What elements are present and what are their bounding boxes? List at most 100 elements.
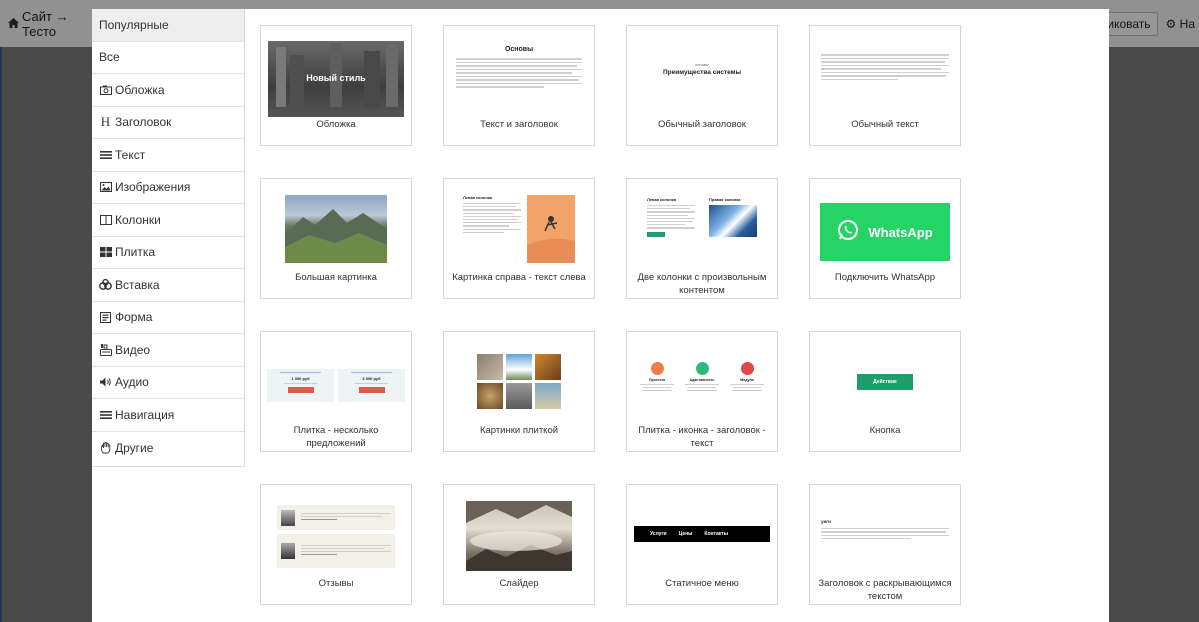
hand-icon: [99, 441, 112, 454]
block-card-plain-text[interactable]: Обычный текст: [809, 25, 961, 146]
block-card-cover[interactable]: Новый стиль Обложка: [260, 25, 412, 146]
block-thumb-title: Основы: [504, 46, 534, 53]
block-caption: Кнопка: [869, 425, 901, 436]
tile-image: [477, 383, 503, 409]
block-thumb-subtitle: основы: [695, 62, 709, 67]
speaker-icon: [99, 376, 112, 388]
block-thumbnail: [285, 195, 387, 263]
block-thumbnail: 1 000 руб 2 000 руб: [267, 369, 405, 402]
block-caption: Текст и заголовок: [480, 119, 558, 130]
block-card-big-image[interactable]: Большая картинка: [260, 178, 412, 299]
sidebar-item-navigation[interactable]: Навигация: [92, 399, 244, 432]
block-card-plain-heading[interactable]: основы Преимущества системы Обычный заго…: [626, 25, 778, 146]
sidebar-item-label: Изображения: [115, 180, 191, 195]
sidebar-item-label: Плитка: [115, 245, 156, 260]
sidebar-item-label: Форма: [115, 310, 153, 325]
block-thumbnail: Простота Адаптивность Модули: [640, 362, 764, 408]
block-thumbnail: WhatsApp: [820, 203, 950, 261]
tile-image: [477, 354, 503, 380]
block-card-collapsible-heading[interactable]: уиги Заголовок с раскрывающимся текстом: [809, 484, 961, 605]
sidebar-item-images[interactable]: Изображения: [92, 172, 244, 204]
sidebar-item-label: Все: [99, 50, 120, 65]
block-caption: Две колонки с произвольным контентом: [637, 272, 767, 296]
block-caption: Обложка: [316, 119, 356, 130]
block-card-image-right-text-left[interactable]: Левая колонка Картинка справа - текст сл…: [443, 178, 595, 299]
block-caption: Плитка - иконка - заголовок - текст: [638, 425, 766, 449]
feature-title: Адаптивность: [689, 378, 715, 382]
block-card-reviews[interactable]: Отзывы: [260, 484, 412, 605]
block-caption: Картинки плиткой: [479, 425, 559, 436]
sidebar-item-label: Текст: [115, 147, 146, 162]
sidebar-item-label: Вставка: [115, 277, 160, 292]
block-thumbnail: уиги: [821, 519, 949, 549]
sidebar-item-all[interactable]: Все: [92, 42, 244, 74]
block-thumb-title: Левая колонка: [463, 195, 492, 200]
sidebar-item-tiles[interactable]: Плитка: [92, 237, 244, 269]
block-thumb-title: Левая колонка: [647, 197, 676, 202]
image-icon: [99, 181, 112, 193]
block-thumbnail: [821, 54, 949, 104]
sidebar-item-heading[interactable]: H Заголовок: [92, 107, 244, 139]
block-thumbnail: [466, 501, 572, 571]
block-card-two-columns[interactable]: Левая колонка Правая колонка Две колонки…: [626, 178, 778, 299]
sidebar-item-other[interactable]: Другие: [92, 432, 244, 465]
sidebar-item-label: Колонки: [115, 212, 161, 227]
sidebar-item-video[interactable]: Видео: [92, 334, 244, 367]
sidebar-item-form[interactable]: Форма: [92, 302, 244, 334]
columns-icon: [99, 214, 112, 226]
block-thumb-image: [527, 195, 575, 263]
heading-icon: H: [100, 114, 111, 130]
sidebar-item-label: Популярные: [99, 17, 169, 32]
avatar: [281, 509, 295, 526]
block-card-offer-tiles[interactable]: 1 000 руб 2 000 руб Плитка - несколько п…: [260, 331, 412, 452]
block-thumbnail: Действие: [857, 374, 913, 390]
sidebar-item-label: Заголовок: [115, 115, 172, 130]
block-thumb-title: Правая колонка: [709, 197, 741, 202]
block-thumbnail: [477, 354, 561, 410]
block-card-image-tiles[interactable]: Картинки плиткой: [443, 331, 595, 452]
block-caption: Картинка справа - текст слева: [452, 272, 586, 283]
block-picker-modal: Популярные Все Обложка H Заголовок Текст…: [92, 9, 1109, 622]
camera-icon: [99, 84, 112, 96]
feature-title: Модули: [740, 378, 754, 382]
tile-image: [506, 383, 532, 409]
block-caption: Заголовок с раскрывающимся текстом: [818, 578, 952, 602]
sidebar-item-cover[interactable]: Обложка: [92, 74, 244, 107]
form-icon: [99, 311, 112, 323]
block-thumbnail: основы Преимущества системы: [639, 62, 765, 92]
block-thumbnail: Основы: [456, 46, 582, 116]
tile-image: [535, 354, 561, 380]
sidebar-item-label: Другие: [115, 440, 154, 455]
sidebar-item-columns[interactable]: Колонки: [92, 204, 244, 237]
block-thumbnail: Левая колонка: [463, 195, 575, 263]
sidebar-item-label: Видео: [115, 342, 151, 357]
block-card-button[interactable]: Действие Кнопка: [809, 331, 961, 452]
block-card-text-heading[interactable]: Основы Текст и заголовок: [443, 25, 595, 146]
tile-image: [535, 383, 561, 409]
sidebar-item-popular[interactable]: Популярные: [92, 9, 244, 42]
text-lines-icon: [99, 149, 112, 161]
block-thumb-title: уиги: [821, 519, 831, 524]
block-thumb-title: Новый стиль: [306, 73, 366, 83]
sidebar-item-label: Обложка: [115, 82, 165, 97]
sidebar-item-label: Аудио: [115, 375, 149, 390]
price-label: 1 000 руб: [291, 376, 310, 381]
category-sidebar: Популярные Все Обложка H Заголовок Текст…: [92, 9, 245, 467]
block-thumbnail: [277, 505, 395, 569]
block-caption: Слайдер: [499, 578, 539, 589]
sidebar-item-audio[interactable]: Аудио: [92, 367, 244, 399]
menu-item: Контакты: [704, 531, 728, 537]
block-thumb-title: Действие: [873, 379, 897, 385]
block-caption: Обычный заголовок: [658, 119, 746, 130]
avatar: [281, 543, 295, 559]
block-caption: Отзывы: [318, 578, 354, 589]
sidebar-item-text[interactable]: Текст: [92, 139, 244, 172]
block-card-static-menu[interactable]: Услуги Цены Контакты Статичное меню: [626, 484, 778, 605]
feature-title: Простота: [648, 378, 666, 382]
block-caption: Статичное меню: [665, 578, 739, 589]
block-card-whatsapp[interactable]: WhatsApp Подключить WhatsApp: [809, 178, 961, 299]
block-card-slider[interactable]: Слайдер: [443, 484, 595, 605]
sidebar-item-label: Навигация: [115, 407, 175, 422]
sidebar-item-embed[interactable]: Вставка: [92, 269, 244, 302]
block-card-icon-heading-text[interactable]: Простота Адаптивность Модули Плитка - ик…: [626, 331, 778, 452]
